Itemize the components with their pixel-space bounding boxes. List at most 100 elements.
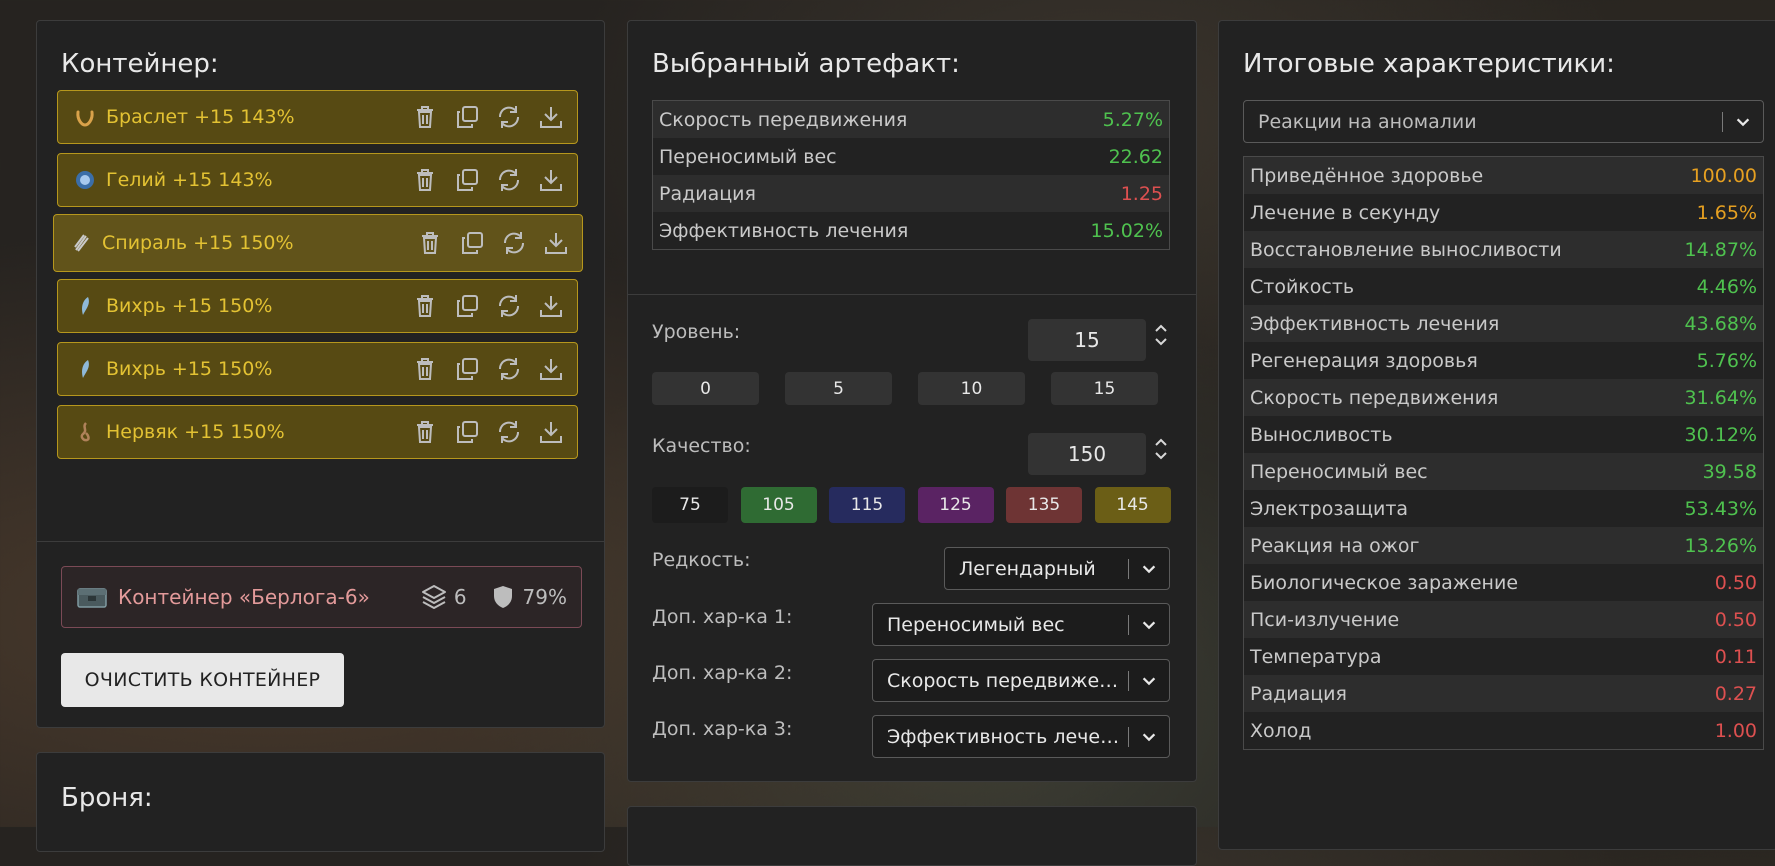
helium-artifact-icon xyxy=(74,169,96,191)
trash-icon[interactable] xyxy=(411,355,439,383)
stat-name: Холод xyxy=(1250,719,1312,742)
quality-preset-button[interactable]: 145 xyxy=(1094,487,1171,523)
swap-icon[interactable] xyxy=(495,418,523,446)
trash-icon[interactable] xyxy=(411,166,439,194)
download-icon[interactable] xyxy=(542,229,570,257)
stat-value: 30.12% xyxy=(1684,423,1757,446)
quality-preset-button[interactable]: 135 xyxy=(1006,487,1082,523)
vortex-artifact-icon xyxy=(74,358,96,380)
swap-icon[interactable] xyxy=(500,229,528,257)
trash-icon[interactable] xyxy=(411,292,439,320)
artifact-row[interactable]: Вихрь +15 150% xyxy=(57,279,578,333)
artifact-name: Браслет +15 143% xyxy=(106,106,295,128)
container-panel-title: Контейнер: xyxy=(61,49,219,79)
trash-icon[interactable] xyxy=(411,418,439,446)
chevron-up-icon[interactable] xyxy=(1154,437,1168,447)
trash-icon[interactable] xyxy=(411,103,439,131)
level-stepper[interactable] xyxy=(1154,323,1168,347)
stat-value: 14.87% xyxy=(1684,238,1757,261)
stat-value: 53.43% xyxy=(1684,497,1757,520)
quality-preset-button[interactable]: 115 xyxy=(829,487,905,523)
download-icon[interactable] xyxy=(537,292,565,320)
stat-name: Температура xyxy=(1250,645,1382,668)
chevron-down-icon[interactable] xyxy=(1733,112,1753,132)
level-label: Уровень: xyxy=(652,321,741,343)
extra-stat-3-label: Доп. хар-ка 3: xyxy=(652,718,793,740)
copy-icon[interactable] xyxy=(453,166,481,194)
copy-icon[interactable] xyxy=(453,418,481,446)
stat-value: 4.46% xyxy=(1696,275,1757,298)
swap-icon[interactable] xyxy=(495,355,523,383)
chevron-down-icon[interactable] xyxy=(1154,337,1168,347)
nervyak-artifact-icon xyxy=(74,421,96,443)
copy-icon[interactable] xyxy=(453,103,481,131)
stat-row: Регенерация здоровья 5.76% xyxy=(1244,342,1763,379)
artifact-row[interactable]: Браслет +15 143% xyxy=(57,90,578,144)
chevron-down-icon[interactable] xyxy=(1139,615,1159,635)
clear-container-button[interactable]: ОЧИСТИТЬ КОНТЕЙНЕР xyxy=(61,653,344,707)
extra-stat-2-select[interactable]: Скорость передвижения xyxy=(872,659,1170,702)
rarity-select[interactable]: Легендарный xyxy=(944,547,1170,590)
chevron-down-icon[interactable] xyxy=(1139,559,1159,579)
swap-icon[interactable] xyxy=(495,166,523,194)
stat-value: 1.00 xyxy=(1714,719,1757,742)
copy-icon[interactable] xyxy=(458,229,486,257)
stat-row: Холод 1.00 xyxy=(1244,712,1763,749)
artifact-row[interactable]: Нервяк +15 150% xyxy=(57,405,578,459)
download-icon[interactable] xyxy=(537,418,565,446)
quality-stepper[interactable] xyxy=(1154,437,1168,461)
select-separator xyxy=(1128,726,1129,747)
stat-name: Радиация xyxy=(1250,682,1347,705)
stat-row: Радиация 0.27 xyxy=(1244,675,1763,712)
artifact-row[interactable]: Гелий +15 143% xyxy=(57,153,578,207)
stat-value: 0.50 xyxy=(1714,608,1757,631)
download-icon[interactable] xyxy=(537,166,565,194)
download-icon[interactable] xyxy=(537,103,565,131)
quality-preset-button[interactable]: 75 xyxy=(652,487,728,523)
level-input[interactable]: 15 xyxy=(1028,319,1146,361)
stat-row: Восстановление выносливости 14.87% xyxy=(1244,231,1763,268)
quality-preset-button[interactable]: 105 xyxy=(740,487,817,523)
swap-icon[interactable] xyxy=(495,103,523,131)
stat-row: Выносливость 30.12% xyxy=(1244,416,1763,453)
copy-icon[interactable] xyxy=(453,355,481,383)
artifact-actions xyxy=(416,229,570,257)
extra-stat-1-select[interactable]: Переносимый вес xyxy=(872,603,1170,646)
stat-row: Лечение в секунду 1.65% xyxy=(1244,194,1763,231)
stat-name: Скорость передвижения xyxy=(1250,386,1499,409)
chevron-up-icon[interactable] xyxy=(1154,323,1168,333)
selected-divider xyxy=(628,294,1196,295)
level-preset-button[interactable]: 0 xyxy=(652,372,759,405)
stat-name: Пси-излучение xyxy=(1250,608,1400,631)
armor-panel: Броня: xyxy=(36,752,605,852)
level-preset-button[interactable]: 5 xyxy=(785,372,892,405)
chevron-down-icon[interactable] xyxy=(1139,727,1159,747)
stat-value: 15.02% xyxy=(1090,219,1163,242)
stat-row: Скорость передвижения 31.64% xyxy=(1244,379,1763,416)
chevron-down-icon[interactable] xyxy=(1154,451,1168,461)
layers-icon xyxy=(420,583,448,611)
totals-filter-select[interactable]: Реакции на аномалии xyxy=(1243,100,1764,143)
artifact-row[interactable]: Спираль +15 150% xyxy=(53,214,583,272)
stat-row: Скорость передвижения 5.27% xyxy=(653,101,1169,138)
level-preset-button[interactable]: 10 xyxy=(918,372,1025,405)
stat-row: Эффективность лечения 15.02% xyxy=(653,212,1169,249)
copy-icon[interactable] xyxy=(453,292,481,320)
chevron-down-icon[interactable] xyxy=(1139,671,1159,691)
artifact-row[interactable]: Вихрь +15 150% xyxy=(57,342,578,396)
download-icon[interactable] xyxy=(537,355,565,383)
level-preset-button[interactable]: 15 xyxy=(1051,372,1158,405)
stat-name: Переносимый вес xyxy=(1250,460,1428,483)
stat-name: Восстановление выносливости xyxy=(1250,238,1562,261)
stat-name: Электрозащита xyxy=(1250,497,1409,520)
trash-icon[interactable] xyxy=(416,229,444,257)
quality-preset-button[interactable]: 125 xyxy=(917,487,994,523)
quality-input[interactable]: 150 xyxy=(1028,433,1146,475)
stat-value: 100.00 xyxy=(1690,164,1757,187)
swap-icon[interactable] xyxy=(495,292,523,320)
select-separator xyxy=(1128,670,1129,691)
extra-stat-3-select[interactable]: Эффективность лечения xyxy=(872,715,1170,758)
stat-row: Стойкость 4.46% xyxy=(1244,268,1763,305)
container-item[interactable]: Контейнер «Берлога-6» 6 79% xyxy=(61,566,582,628)
stat-row: Эффективность лечения 43.68% xyxy=(1244,305,1763,342)
